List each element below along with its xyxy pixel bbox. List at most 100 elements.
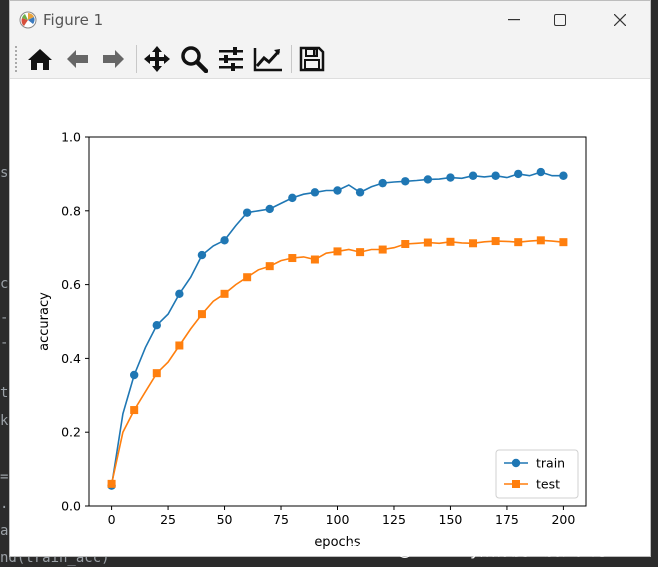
configure-subplots-button[interactable] bbox=[215, 43, 247, 75]
data-point-train bbox=[152, 320, 161, 330]
legend-label-train: train bbox=[536, 456, 565, 471]
data-point-train bbox=[355, 188, 365, 197]
data-point-train bbox=[220, 236, 229, 245]
subplots-config-icon bbox=[219, 47, 243, 71]
data-point-train bbox=[446, 173, 455, 182]
maximize-button[interactable] bbox=[542, 7, 578, 33]
data-point-test bbox=[130, 406, 139, 415]
save-icon bbox=[299, 46, 325, 72]
data-point-test bbox=[197, 310, 206, 319]
csdn-watermark: CSDN @Anthony陪你度过漫长岁月 bbox=[346, 540, 608, 559]
data-point-test bbox=[446, 237, 455, 246]
bg-code-line: k bbox=[0, 413, 9, 429]
x-tick-label: 50 bbox=[217, 512, 233, 527]
data-point-train bbox=[468, 171, 478, 180]
minimize-icon bbox=[508, 19, 520, 21]
data-point-train bbox=[242, 208, 252, 217]
data-point-train bbox=[310, 188, 320, 197]
maximize-icon bbox=[554, 14, 566, 26]
legend: train test bbox=[495, 449, 579, 499]
forward-arrow-icon bbox=[103, 50, 124, 68]
bg-code-line: c bbox=[0, 276, 9, 292]
y-tick-label: 0.0 bbox=[61, 499, 81, 514]
x-tick-label: 150 bbox=[439, 512, 463, 527]
bg-code-line: - bbox=[0, 310, 9, 326]
data-point-test bbox=[107, 479, 116, 488]
x-tick-label: 0 bbox=[108, 512, 116, 527]
home-icon bbox=[28, 49, 52, 70]
pan-button[interactable] bbox=[141, 43, 173, 75]
data-point-test bbox=[175, 341, 184, 350]
data-point-test bbox=[243, 273, 252, 282]
toolbar-grip bbox=[15, 46, 19, 72]
figure-window: Figure 1 0 25 50 75 100 125 150 175 200 … bbox=[9, 0, 651, 557]
navigation-toolbar bbox=[10, 39, 650, 79]
y-tick-label: 0.8 bbox=[61, 203, 81, 218]
x-tick-label: 100 bbox=[326, 512, 350, 527]
y-axis-label: accuracy bbox=[37, 292, 52, 351]
minimize-button[interactable] bbox=[496, 7, 532, 33]
data-point-test bbox=[333, 247, 342, 256]
data-point-test bbox=[559, 238, 568, 247]
bg-code-line: s bbox=[0, 165, 9, 181]
data-point-test bbox=[288, 254, 297, 263]
data-point-train bbox=[129, 370, 139, 380]
x-tick-label: 25 bbox=[160, 512, 176, 527]
back-arrow-icon bbox=[67, 50, 88, 68]
matplotlib-logo-icon bbox=[19, 11, 37, 29]
close-button[interactable] bbox=[602, 7, 638, 33]
data-point-train bbox=[536, 167, 546, 177]
data-point-test bbox=[378, 245, 387, 254]
data-point-train bbox=[423, 175, 433, 184]
data-point-train bbox=[401, 177, 410, 186]
data-point-test bbox=[514, 238, 523, 247]
y-tick-label: 0.6 bbox=[61, 277, 81, 292]
data-point-test bbox=[152, 369, 161, 378]
toolbar-separator bbox=[291, 45, 292, 73]
home-button[interactable] bbox=[24, 43, 56, 75]
data-point-train bbox=[491, 171, 500, 180]
toolbar-separator bbox=[136, 45, 137, 73]
bg-code-line: . bbox=[0, 496, 9, 512]
data-point-train bbox=[378, 178, 387, 188]
data-point-test bbox=[310, 255, 319, 264]
legend-marker-train bbox=[511, 458, 521, 468]
data-point-train bbox=[559, 171, 568, 180]
y-tick-label: 0.4 bbox=[61, 351, 81, 366]
x-tick-label: 125 bbox=[382, 512, 406, 527]
bg-code-line: = bbox=[0, 469, 9, 485]
back-button[interactable] bbox=[61, 43, 93, 75]
data-point-test bbox=[491, 237, 500, 246]
y-tick-label: 0.2 bbox=[61, 425, 81, 440]
close-icon bbox=[614, 14, 626, 26]
save-button[interactable] bbox=[296, 43, 328, 75]
data-point-test bbox=[220, 289, 229, 298]
bg-code-line: a bbox=[0, 523, 9, 539]
data-point-train bbox=[175, 289, 184, 299]
legend-label-test: test bbox=[536, 477, 560, 492]
figure-canvas[interactable]: 0 25 50 75 100 125 150 175 200 0.0 0.2 0.4 0.6 0.8 1.0… bbox=[10, 79, 650, 556]
bg-code-line: t bbox=[0, 385, 9, 401]
zoom-icon bbox=[181, 46, 208, 73]
data-point-train bbox=[288, 193, 297, 203]
pan-icon bbox=[144, 46, 170, 72]
edit-axis-button[interactable] bbox=[252, 43, 284, 75]
legend-marker-test bbox=[512, 480, 520, 488]
title-bar[interactable]: Figure 1 bbox=[10, 1, 650, 39]
data-point-test bbox=[356, 248, 365, 257]
data-point-train bbox=[333, 186, 342, 195]
data-point-test bbox=[469, 239, 478, 248]
forward-button[interactable] bbox=[98, 43, 130, 75]
x-tick-label: 200 bbox=[551, 512, 575, 527]
x-tick-label: 175 bbox=[495, 512, 519, 527]
data-point-test bbox=[423, 238, 432, 247]
y-tick-label: 1.0 bbox=[61, 130, 81, 145]
data-point-test bbox=[536, 236, 545, 245]
data-point-test bbox=[265, 262, 274, 271]
data-point-train bbox=[197, 250, 207, 260]
zoom-button[interactable] bbox=[178, 43, 210, 75]
edit-axis-icon bbox=[253, 48, 282, 72]
data-point-train bbox=[265, 204, 274, 214]
x-tick-label: 75 bbox=[273, 512, 289, 527]
accuracy-chart: 0 25 50 75 100 125 150 175 200 0.0 0.2 0.4 0.6 0.8 1.0… bbox=[37, 130, 587, 550]
